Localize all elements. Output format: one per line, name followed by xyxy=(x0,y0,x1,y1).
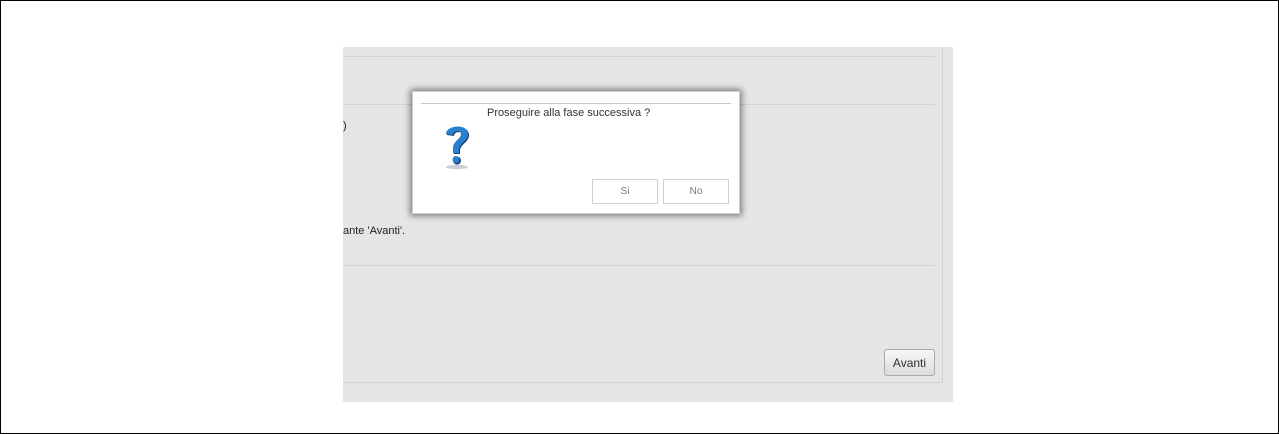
screenshot-frame: ) ante 'Avanti'. Avanti Proseguire alla … xyxy=(0,0,1279,434)
confirm-dialog: Proseguire alla fase successiva ? Si No xyxy=(412,91,740,214)
partial-label-text: ) xyxy=(343,120,347,132)
instruction-text: ante 'Avanti'. xyxy=(343,225,406,237)
no-button[interactable]: No xyxy=(663,179,729,204)
dialog-divider xyxy=(421,103,731,104)
divider xyxy=(343,265,935,266)
next-button[interactable]: Avanti xyxy=(884,349,935,376)
question-mark-icon xyxy=(446,126,469,170)
divider xyxy=(343,56,935,57)
dialog-message: Proseguire alla fase successiva ? xyxy=(487,107,651,119)
panel-border xyxy=(942,47,943,382)
yes-button[interactable]: Si xyxy=(592,179,658,204)
panel-border xyxy=(343,382,943,383)
